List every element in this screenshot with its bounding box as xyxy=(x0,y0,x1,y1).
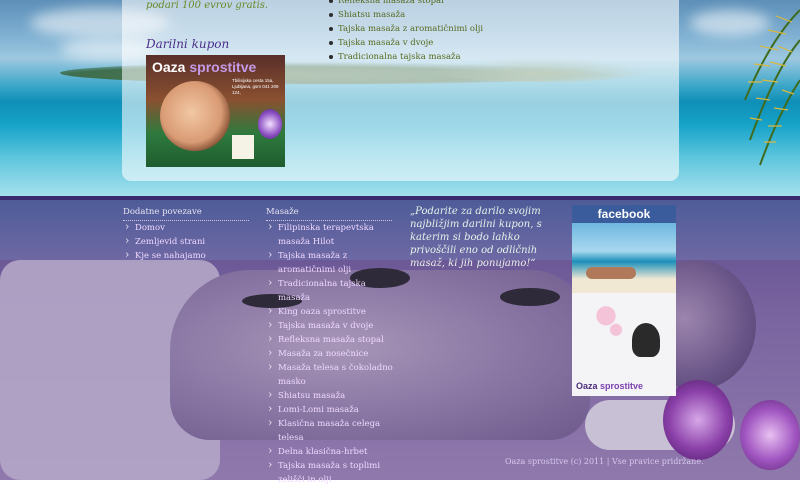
palm-leaves xyxy=(744,9,800,166)
massage-link[interactable]: King oaza sprostitve xyxy=(266,304,396,319)
girl-illustration xyxy=(632,323,660,357)
massage-link[interactable]: Masaža telesa s čokoladno masko xyxy=(266,360,396,389)
coupon-address: Tbilisijska cesta 15a, Ljubljana, gsm 04… xyxy=(232,78,279,95)
coupon-heading: Darilni kupon xyxy=(146,37,230,51)
hot-stone xyxy=(500,288,560,306)
gift-quote: „Podarite za darilo svojim najbližjim da… xyxy=(410,206,542,269)
list-item[interactable]: Tajska masaža z aromatičnimi olji xyxy=(328,22,483,36)
woman-face xyxy=(160,81,230,151)
facebook-card[interactable]: facebook Oaza sprostitve xyxy=(572,205,676,396)
gift-coupon-image[interactable]: Oaza sprostitve Tbilisijska cesta 15a, L… xyxy=(146,55,285,167)
massage-link[interactable]: Lomi-Lomi masaža xyxy=(266,402,396,417)
link-location[interactable]: Kje se nahajamo xyxy=(123,248,253,263)
fb-brand: Oaza sprostitve xyxy=(576,381,643,391)
candle xyxy=(232,135,254,159)
massage-person xyxy=(586,267,636,279)
massage-link[interactable]: Tajska masaža s toplimi zelišči in olji xyxy=(266,458,396,487)
list-item[interactable]: Tradicionalna tajska masaža xyxy=(328,50,483,64)
massage-link[interactable]: Filipinska terapevtska masaža Hilot xyxy=(266,220,396,249)
massage-link[interactable]: Tajska masaža v dvoje xyxy=(266,318,396,333)
coupon-brand: Oaza sprostitve xyxy=(152,59,256,75)
gift-text: podari 100 evrov gratis. xyxy=(146,0,269,11)
massage-link[interactable]: Tajska masaža z aromatičnimi olji xyxy=(266,248,396,277)
fb-brand-second: sprostitve xyxy=(600,381,644,391)
footer-background xyxy=(0,200,800,480)
sky-band xyxy=(0,200,800,260)
coupon-brand-second: sprostitve xyxy=(189,59,257,75)
massage-link[interactable]: Tradicionalna tajska masaža xyxy=(266,276,396,305)
massage-link[interactable]: Klasična masaža celega telesa xyxy=(266,416,396,445)
orchid xyxy=(258,109,282,139)
content-panel: podari 100 evrov gratis. Darilni kupon O… xyxy=(122,0,679,181)
massage-list: Refleksna masaža stopal Shiatsu masaža T… xyxy=(328,0,483,64)
coupon-brand-first: Oaza xyxy=(152,59,186,75)
massage-link[interactable]: Refleksna masaža stopal xyxy=(266,332,396,347)
links-heading: Dodatne povezave xyxy=(123,207,202,217)
massages-heading: Masaže xyxy=(266,207,299,217)
cherry-blossom xyxy=(590,299,630,355)
massages-list: Filipinska terapevtska masaža Hilot Tajs… xyxy=(266,220,396,487)
massage-link[interactable]: Masaža za nosečnice xyxy=(266,346,396,361)
links-list: Domov Zemljevid strani Kje se nahajamo xyxy=(123,220,253,263)
massage-link[interactable]: Shiatsu masaža xyxy=(266,388,396,403)
fb-brand-first: Oaza xyxy=(576,381,598,391)
copyright: Oaza sprostitve (c) 2011 | Vse pravice p… xyxy=(505,457,704,466)
link-home[interactable]: Domov xyxy=(123,220,253,235)
facebook-label: facebook xyxy=(572,205,676,223)
orchid xyxy=(740,400,800,470)
list-item[interactable]: Refleksna masaža stopal xyxy=(328,0,483,8)
link-sitemap[interactable]: Zemljevid strani xyxy=(123,234,253,249)
massage-link[interactable]: Delna klasična-hrbet xyxy=(266,444,396,459)
list-item[interactable]: Tajska masaža v dvoje xyxy=(328,36,483,50)
beach-photo xyxy=(572,223,676,293)
list-item[interactable]: Shiatsu masaža xyxy=(328,8,483,22)
